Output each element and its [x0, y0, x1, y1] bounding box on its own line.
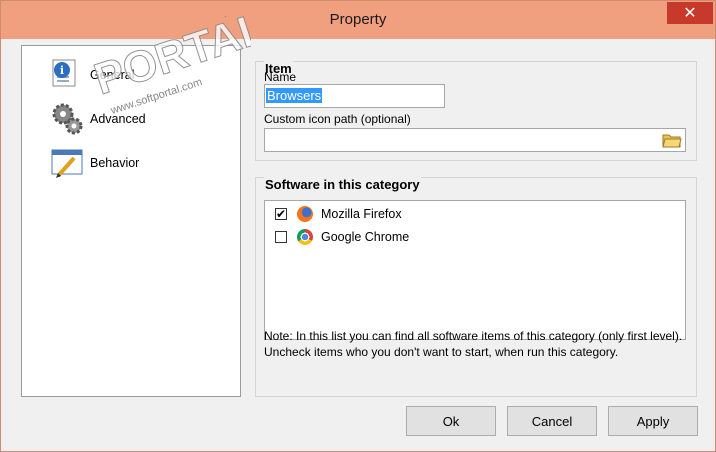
sidebar-item-label: Behavior [90, 156, 140, 170]
ok-button[interactable]: Ok [406, 406, 496, 436]
property-window: Property ✕ i General Advanced Behavior I… [0, 0, 716, 452]
sidebar-item-advanced[interactable]: Advanced [50, 102, 230, 136]
pencil-window-icon [50, 146, 86, 180]
icon-path-input[interactable] [264, 128, 686, 152]
list-item[interactable]: Google Chrome [275, 227, 409, 247]
category-sidebar: i General Advanced Behavior [21, 45, 241, 397]
general-info-icon: i [50, 58, 86, 92]
name-label: Name [264, 70, 297, 84]
window-title: Property [329, 11, 387, 28]
sidebar-item-label: Advanced [90, 112, 146, 126]
chrome-icon [297, 229, 313, 245]
title-bar[interactable]: Property ✕ [1, 1, 715, 39]
software-note: Note: In this list you can find all soft… [264, 329, 683, 359]
sidebar-item-general[interactable]: i General [50, 58, 230, 92]
name-input[interactable]: Browsers [264, 84, 445, 108]
icon-path-label: Custom icon path (optional) [264, 112, 411, 126]
list-item-label: Google Chrome [321, 230, 410, 244]
sidebar-item-behavior[interactable]: Behavior [50, 146, 230, 180]
dialog-body: i General Advanced Behavior Item Name Br… [9, 39, 707, 443]
list-item[interactable]: ✔ Mozilla Firefox [275, 204, 402, 224]
svg-text:i: i [60, 64, 64, 77]
sidebar-item-label: General [90, 68, 135, 82]
firefox-checkbox[interactable]: ✔ [275, 208, 287, 220]
apply-button[interactable]: Apply [608, 406, 698, 436]
cancel-button[interactable]: Cancel [507, 406, 597, 436]
firefox-icon [297, 206, 313, 222]
software-list[interactable]: ✔ Mozilla Firefox Google Chrome [264, 200, 686, 340]
gears-icon [50, 102, 86, 136]
close-icon: ✕ [683, 5, 697, 22]
close-button[interactable]: ✕ [667, 2, 713, 24]
name-input-value: Browsers [266, 88, 323, 103]
software-group: Software in this category ✔ Mozilla Fire… [255, 177, 697, 397]
software-group-title: Software in this category [264, 177, 421, 192]
folder-open-icon[interactable] [662, 131, 682, 149]
item-group: Item Name Browsers Custom icon path (opt… [255, 61, 697, 161]
chrome-checkbox[interactable] [275, 231, 287, 243]
list-item-label: Mozilla Firefox [321, 207, 402, 221]
